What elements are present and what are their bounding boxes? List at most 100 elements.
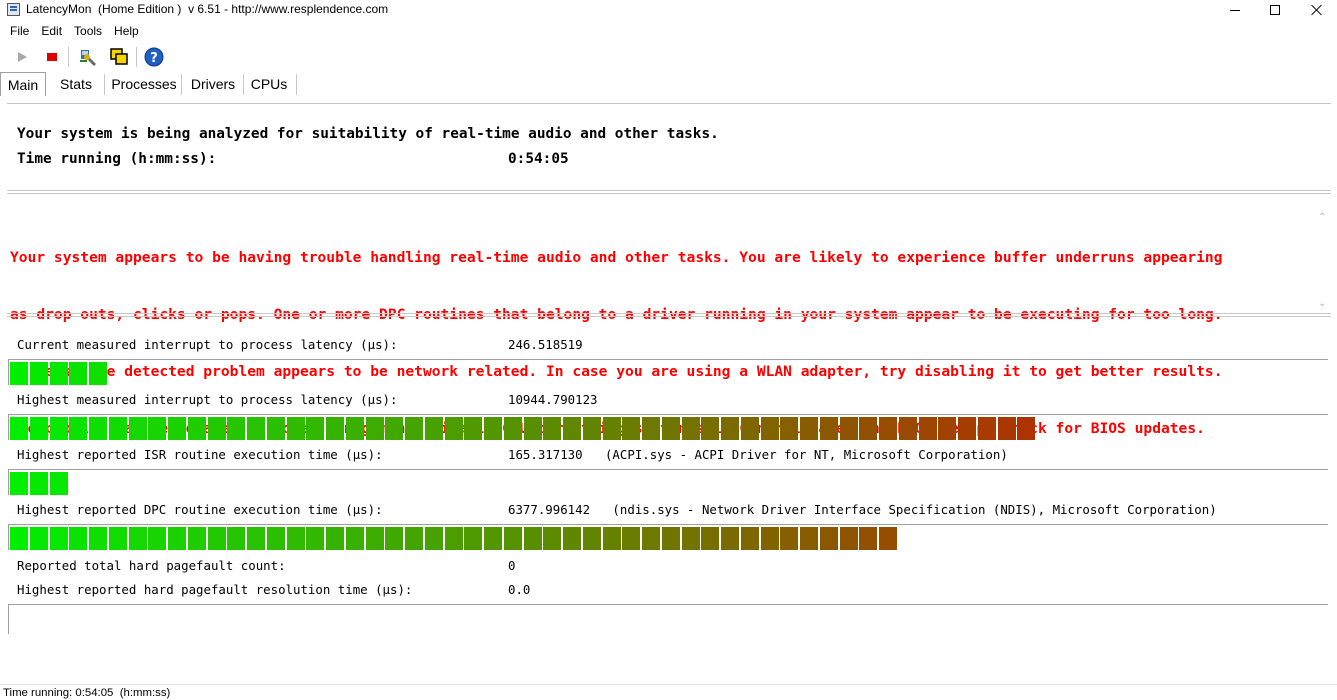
- bar-segment: [839, 527, 858, 550]
- bar-segment: [582, 527, 601, 550]
- bar-segment: [1017, 417, 1036, 440]
- isr-time-bar: [8, 469, 1328, 495]
- play-icon: [18, 52, 27, 62]
- dpc-time-value: 6377.996142 (ndis.sys - Network Driver I…: [508, 502, 1217, 517]
- bar-segment: [740, 527, 759, 550]
- bar-segment: [128, 417, 147, 440]
- bar-segment: [286, 527, 305, 550]
- bar-fill: [10, 472, 69, 495]
- close-button[interactable]: [1294, 0, 1337, 20]
- tab-processes[interactable]: Processes: [108, 72, 180, 96]
- window-title: LatencyMon (Home Edition ) v 6.51 - http…: [26, 2, 389, 16]
- warning-line: as drop outs, clicks or pops. One or mor…: [10, 306, 1223, 323]
- bar-segment: [543, 527, 562, 550]
- menu-bar: File Edit Tools Help: [0, 22, 144, 42]
- bar-segment: [345, 417, 364, 440]
- bar-segment: [622, 527, 641, 550]
- bar-segment: [602, 527, 621, 550]
- start-button[interactable]: [11, 46, 33, 68]
- bar-segment: [266, 527, 285, 550]
- menu-edit[interactable]: Edit: [34, 22, 67, 42]
- bar-segment: [69, 362, 88, 385]
- bar-segment: [69, 527, 88, 550]
- bar-segment: [207, 527, 226, 550]
- bar-segment: [168, 527, 186, 550]
- help-button[interactable]: ?: [143, 46, 165, 68]
- stop-button[interactable]: [41, 46, 63, 68]
- tab-drivers[interactable]: Drivers: [184, 72, 242, 96]
- bar-segment: [681, 527, 700, 550]
- bar-fill: [10, 417, 1037, 440]
- panel-divider: [7, 190, 1331, 191]
- tab-bar: Main Stats Processes Drivers CPUs: [0, 72, 1337, 96]
- maximize-button[interactable]: [1252, 0, 1298, 20]
- pagefault-time-value: 0.0: [508, 582, 531, 597]
- scroll-up-icon[interactable]: ⌃: [1318, 212, 1326, 223]
- tab-stats[interactable]: Stats: [50, 72, 102, 96]
- bar-segment: [148, 527, 167, 550]
- bar-segment: [721, 527, 739, 550]
- toolbar: ?: [0, 44, 1337, 70]
- bar-segment: [721, 417, 739, 440]
- current-latency-value: 246.518519: [508, 337, 583, 352]
- bar-segment: [29, 472, 48, 495]
- bar-segment: [918, 417, 937, 440]
- bar-segment: [780, 417, 799, 440]
- bar-segment: [464, 417, 483, 440]
- bar-segment: [49, 472, 68, 495]
- time-running-value: 0:54:05: [508, 151, 569, 167]
- bar-segment: [997, 417, 1016, 440]
- menu-help[interactable]: Help: [107, 22, 144, 42]
- windows-button[interactable]: [108, 46, 130, 68]
- pagefault-bar: [8, 604, 1328, 634]
- bar-segment: [89, 417, 107, 440]
- time-running-label: Time running (h:mm:ss):: [17, 151, 217, 167]
- wrench-tool-icon: [80, 50, 97, 67]
- close-icon: [1311, 4, 1323, 16]
- bar-segment: [879, 417, 897, 440]
- bar-segment: [819, 527, 838, 550]
- bar-segment: [523, 527, 542, 550]
- isr-time-label: Highest reported ISR routine execution t…: [17, 447, 383, 462]
- bar-segment: [760, 527, 779, 550]
- bar-segment: [187, 417, 206, 440]
- bar-segment: [29, 527, 48, 550]
- toolbar-separator: [136, 47, 137, 67]
- panel-divider: [7, 313, 1331, 314]
- bar-segment: [365, 417, 384, 440]
- bar-segment: [227, 527, 246, 550]
- menu-tools[interactable]: Tools: [67, 22, 107, 42]
- scroll-down-icon[interactable]: ⌄: [1318, 298, 1326, 309]
- bar-segment: [128, 527, 147, 550]
- status-bar: Time running: 0:54:05 (h:mm:ss): [0, 684, 1337, 700]
- bar-segment: [266, 417, 285, 440]
- menu-file[interactable]: File: [0, 22, 34, 42]
- dpc-time-label: Highest reported DPC routine execution t…: [17, 502, 383, 517]
- bar-segment: [563, 527, 581, 550]
- help-icon: ?: [144, 47, 164, 67]
- bar-segment: [681, 417, 700, 440]
- bar-segment: [108, 417, 127, 440]
- bar-segment: [879, 527, 897, 550]
- bar-segment: [424, 417, 443, 440]
- isr-time-value: 165.317130 (ACPI.sys - ACPI Driver for N…: [508, 447, 1008, 462]
- maximize-icon: [1270, 5, 1280, 15]
- tab-cpus[interactable]: CPUs: [246, 72, 292, 96]
- pagefault-count-label: Reported total hard pagefault count:: [17, 558, 286, 573]
- bar-segment: [503, 527, 522, 550]
- bar-segment: [306, 527, 325, 550]
- bar-segment: [958, 417, 976, 440]
- bar-segment: [10, 417, 28, 440]
- panel-divider: [7, 193, 1331, 194]
- bar-segment: [424, 527, 443, 550]
- bar-segment: [49, 362, 68, 385]
- tool-button[interactable]: [77, 46, 99, 68]
- tab-main[interactable]: Main: [0, 72, 46, 96]
- bar-segment: [740, 417, 759, 440]
- stop-icon: [47, 53, 57, 61]
- pagefault-time-label: Highest reported hard pagefault resoluti…: [17, 582, 413, 597]
- tab-separator: [296, 74, 297, 95]
- bar-segment: [227, 417, 246, 440]
- svg-text:?: ?: [150, 51, 158, 66]
- bar-segment: [642, 527, 660, 550]
